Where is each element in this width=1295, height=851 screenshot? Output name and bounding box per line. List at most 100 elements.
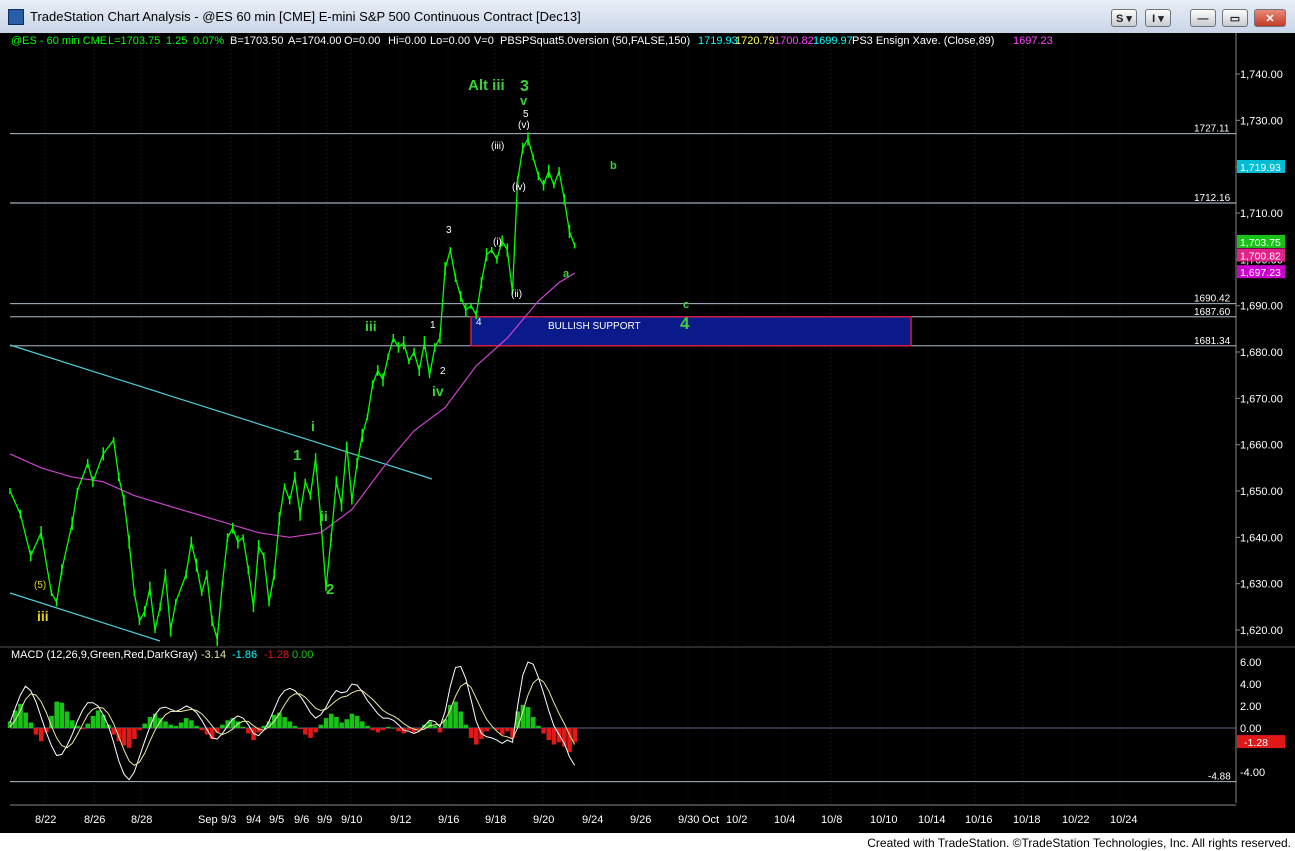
macd-hist-bar xyxy=(64,711,70,728)
macd-hist-bar xyxy=(541,728,546,734)
wave-label-(5): (5) xyxy=(34,580,46,591)
wave-label-(ii): (ii) xyxy=(511,289,522,300)
macd-hist-bar xyxy=(354,715,360,728)
macd-hist-bar xyxy=(344,719,350,728)
header-last: L=1703.75 xyxy=(108,35,160,47)
macd-hist-bar xyxy=(303,728,308,735)
price-tick-label: 1,690.00 xyxy=(1240,301,1283,313)
date-tick-label: 9/18 xyxy=(485,814,506,826)
wave-label-minor-4: 4 xyxy=(476,317,482,328)
date-tick-label: 9/5 xyxy=(269,814,284,826)
level-label: 1727.11 xyxy=(1194,124,1230,135)
macd-val-2: -1.86 xyxy=(232,649,257,661)
date-axis: 8/22 8/26 8/28 Sep 9/3 9/4 9/5 9/6 9/9 9/10 9/12 9/… xyxy=(35,814,1138,826)
macd-tick-label: -4.00 xyxy=(1240,767,1265,779)
macd-hist-bar xyxy=(468,728,474,738)
macd-hist-bar xyxy=(152,713,158,728)
bullish-support-zone[interactable] xyxy=(470,316,912,347)
window-title: TradeStation Chart Analysis - @ES 60 min… xyxy=(30,9,581,24)
macd-hist-bar xyxy=(240,726,246,728)
level-label: 1681.34 xyxy=(1194,336,1231,347)
macd-hist-bar xyxy=(292,725,298,728)
macd-hist-bar xyxy=(142,723,148,728)
level-label: 1712.16 xyxy=(1194,193,1231,204)
header-change: 1.25 xyxy=(166,35,187,47)
header-open: O=0.00 xyxy=(344,35,380,47)
horizontal-levels[interactable]: 1727.11 1712.16 1690.42 1687.60 1681.34 xyxy=(10,124,1236,347)
chart-area[interactable]: @ES - 60 min CME L=1703.75 1.25 0.07% B=… xyxy=(0,33,1295,833)
header-lo: Lo=0.00 xyxy=(430,35,470,47)
macd-hist-bar xyxy=(287,721,293,728)
header-symbol: @ES - 60 min CME xyxy=(11,35,107,47)
macd-hist-bar xyxy=(349,713,355,728)
header-pct: 0.07% xyxy=(193,35,224,47)
tradestation-app-icon xyxy=(8,9,24,25)
macd-hist-bar xyxy=(189,720,194,728)
macd-hist-bar xyxy=(572,728,578,743)
header-ask: A=1704.00 xyxy=(288,35,342,47)
macd-hist-bar xyxy=(183,718,189,728)
price-tick-label: 1,710.00 xyxy=(1240,208,1283,220)
date-tick-label: 10/2 xyxy=(726,814,747,826)
macd-hist-bar xyxy=(437,728,443,733)
wave-label-5: 5 xyxy=(523,109,529,120)
macd-hist-bar xyxy=(458,711,464,728)
level-label: 1687.60 xyxy=(1194,307,1231,318)
wave-label-minor-1: 1 xyxy=(430,320,436,331)
wave-label-v: v xyxy=(520,93,528,108)
channel-lower-line[interactable] xyxy=(9,592,161,642)
macd-tick-label: 4.00 xyxy=(1240,679,1261,691)
macd-val-3: -1.28 xyxy=(264,649,289,661)
close-button[interactable]: ✕ xyxy=(1254,9,1286,27)
header-bid: B=1703.50 xyxy=(230,35,284,47)
macd-hist-bar xyxy=(59,702,65,728)
macd-hist-bar xyxy=(463,724,469,728)
macd-hist-bar xyxy=(101,714,106,728)
price-tag-label: 1,719.93 xyxy=(1240,162,1281,174)
macd-tick-label: 2.00 xyxy=(1240,701,1261,713)
macd-hist-bar xyxy=(453,701,458,728)
wave-label-(v): (v) xyxy=(518,120,530,131)
date-tick-label: 9/9 xyxy=(317,814,332,826)
macd-hist-bar xyxy=(95,710,101,728)
i-menu-button[interactable]: I ▾ xyxy=(1145,9,1171,27)
date-tick-label: 10/10 xyxy=(870,814,898,826)
wave-label-4: 4 xyxy=(680,314,690,333)
header-study-val-3: 1700.82 xyxy=(774,35,814,47)
macd-hist-bar xyxy=(370,728,375,731)
price-tick-label: 1,630.00 xyxy=(1240,579,1283,591)
date-tick-label: 8/28 xyxy=(131,814,152,826)
macd-hist-bar xyxy=(199,728,205,731)
wave-label-(iv): (iv) xyxy=(512,182,526,193)
macd-hist-bar xyxy=(38,728,44,742)
price-bars xyxy=(9,132,576,646)
macd-hist-bar xyxy=(385,726,391,728)
macd-hist-bar xyxy=(85,723,91,728)
macd-hist-bar xyxy=(132,728,137,739)
macd-hist-bar xyxy=(277,712,282,728)
date-tick-label: 10/14 xyxy=(918,814,946,826)
minimize-button[interactable]: — xyxy=(1190,9,1216,27)
wave-label-2: 2 xyxy=(326,581,334,598)
macd-hist-bar xyxy=(246,728,251,734)
wave-label-a: a xyxy=(563,268,570,280)
header-study-val-4: 1699.97 xyxy=(813,35,853,47)
header-ensign-val: 1697.23 xyxy=(1013,35,1053,47)
macd-hist-bar xyxy=(90,715,96,728)
date-tick-label: 10/4 xyxy=(774,814,795,826)
s-menu-button[interactable]: S ▾ xyxy=(1111,9,1137,27)
header-ensign: PS3 Ensign Xave. (Close,89) xyxy=(852,35,994,47)
wave-label-ii: ii xyxy=(320,508,328,524)
macd-hist-bar xyxy=(318,724,324,728)
chart-svg[interactable]: @ES - 60 min CME L=1703.75 1.25 0.07% B=… xyxy=(0,33,1295,833)
macd-hist-bar xyxy=(28,722,34,728)
macd-hist-bar xyxy=(536,725,541,728)
macd-current-tag-label: -1.28 xyxy=(1244,737,1268,749)
macd-hist-bar xyxy=(339,722,344,728)
date-tick-label: 9/20 xyxy=(533,814,554,826)
macd-hist-bar xyxy=(525,707,531,728)
maximize-button[interactable]: ▭ xyxy=(1222,9,1248,27)
macd-hist-bar xyxy=(474,728,479,745)
macd-hist-bar xyxy=(69,720,75,728)
macd-hist-bar xyxy=(23,712,28,728)
